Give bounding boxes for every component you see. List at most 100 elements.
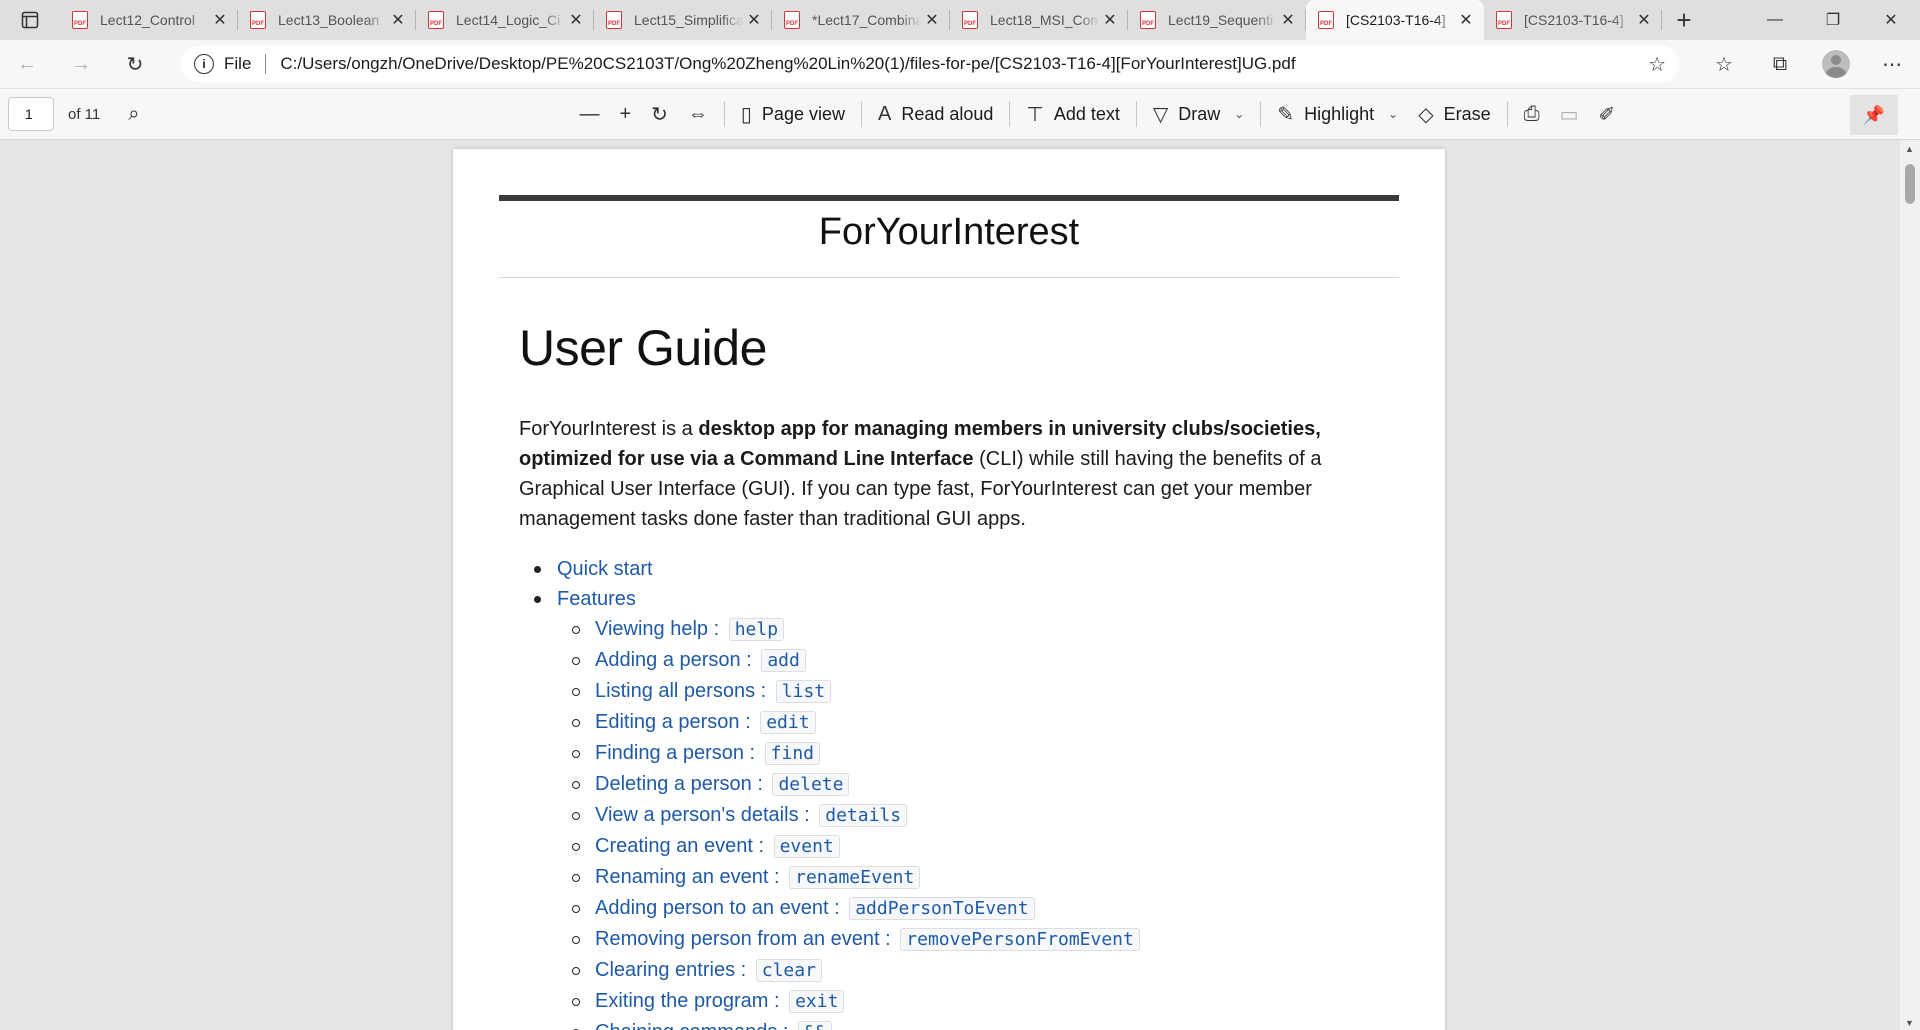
- toc-item-label: Finding a person :: [595, 742, 761, 764]
- tab-close-icon[interactable]: ✕: [1634, 10, 1654, 30]
- erase-label: Erase: [1443, 103, 1491, 124]
- erase-button[interactable]: ◇ Erase: [1408, 94, 1500, 134]
- favorites-icon: ☆: [1715, 53, 1733, 76]
- restore-icon: ❐: [1825, 12, 1841, 29]
- fit-to-page-button[interactable]: ⇔: [678, 94, 718, 134]
- close-window-button[interactable]: ✕: [1862, 0, 1920, 40]
- new-tab-button[interactable]: +: [1662, 0, 1706, 40]
- tab-lect17[interactable]: PDF *Lect17_Combina ✕: [772, 0, 950, 40]
- print-button[interactable]: ⎙: [1514, 94, 1550, 134]
- tab-close-icon[interactable]: ✕: [388, 10, 408, 30]
- plus-icon: +: [1676, 4, 1692, 35]
- tab-close-icon[interactable]: ✕: [1456, 10, 1476, 30]
- toc-link-quick-start[interactable]: Quick start: [519, 554, 1140, 584]
- toc-item-code: list: [775, 680, 832, 703]
- favorites-button[interactable]: ☆: [1696, 52, 1752, 77]
- page-view-button[interactable]: ▯ Page view: [731, 94, 855, 134]
- tab-lect15[interactable]: PDF Lect15_Simplifica ✕: [594, 0, 772, 40]
- zoom-out-button[interactable]: —: [569, 94, 609, 134]
- tab-lect14[interactable]: PDF Lect14_Logic_Ci ✕: [416, 0, 594, 40]
- rotate-icon: ↻: [651, 103, 668, 126]
- page-number-input[interactable]: 1: [8, 97, 54, 131]
- toc-link-details[interactable]: View a person's details : details: [557, 800, 1140, 831]
- save-as-icon: ✐: [1598, 103, 1616, 126]
- find-button[interactable]: ⌕: [118, 94, 149, 134]
- toc-item-label: Viewing help :: [595, 618, 725, 640]
- tab-lect13[interactable]: PDF Lect13_Boolean ✕: [238, 0, 416, 40]
- scrollbar-thumb[interactable]: [1905, 164, 1915, 204]
- settings-menu-button[interactable]: ⋯: [1864, 52, 1920, 77]
- toc-link-find[interactable]: Finding a person : find: [557, 738, 1140, 769]
- vertical-scrollbar[interactable]: ▲ ▼: [1900, 140, 1920, 1030]
- toc-link-features[interactable]: Features: [519, 584, 1140, 614]
- info-icon[interactable]: i: [194, 54, 214, 74]
- tab-lect19[interactable]: PDF Lect19_Sequenti ✕: [1128, 0, 1306, 40]
- pdf-file-icon: PDF: [962, 11, 978, 29]
- save-button[interactable]: ▭: [1550, 94, 1589, 134]
- tab-close-icon[interactable]: ✕: [210, 10, 230, 30]
- toolbar-divider: [860, 101, 862, 127]
- tab-title: Lect18_MSI_Com: [990, 12, 1100, 28]
- tab-title: Lect14_Logic_Ci: [456, 12, 561, 28]
- table-of-contents: Quick start Features Viewing help : help…: [519, 554, 1140, 1030]
- refresh-button[interactable]: ↻: [108, 40, 162, 88]
- address-bar[interactable]: i File C:/Users/ongzh/OneDrive/Desktop/P…: [180, 46, 1680, 82]
- header-rule: [499, 195, 1399, 201]
- save-as-button[interactable]: ✐: [1589, 94, 1626, 134]
- toc-link-add-person-to-event[interactable]: Adding person to an event : addPersonToE…: [557, 893, 1140, 924]
- highlighter-icon: ✎: [1277, 103, 1295, 126]
- toc-link-edit[interactable]: Editing a person : edit: [557, 707, 1140, 738]
- toc-item-label: Adding a person :: [595, 649, 758, 671]
- zoom-in-button[interactable]: +: [609, 94, 641, 134]
- forward-button[interactable]: →: [54, 40, 108, 88]
- pdf-viewport[interactable]: ForYourInterest User Guide ForYourIntere…: [0, 140, 1900, 1030]
- toc-link-event[interactable]: Creating an event : event: [557, 831, 1140, 862]
- tab-close-icon[interactable]: ✕: [566, 10, 586, 30]
- tab-title: [CS2103-T16-4]: [1346, 12, 1446, 28]
- minimize-button[interactable]: —: [1746, 0, 1804, 40]
- tab-lect12[interactable]: PDF Lect12_Control ✕: [60, 0, 238, 40]
- text-box-icon: ⊤: [1026, 103, 1044, 126]
- pdf-file-icon: PDF: [1318, 11, 1334, 29]
- toc-link-add[interactable]: Adding a person : add: [557, 645, 1140, 676]
- tab-lect18[interactable]: PDF Lect18_MSI_Com ✕: [950, 0, 1128, 40]
- chevron-down-icon[interactable]: ⌄: [1234, 107, 1244, 121]
- add-text-button[interactable]: ⊤ Add text: [1016, 94, 1129, 134]
- collections-button[interactable]: ⧉: [1752, 53, 1808, 76]
- scroll-down-icon[interactable]: ▼: [1905, 1018, 1914, 1028]
- toc-link-list[interactable]: Listing all persons : list: [557, 676, 1140, 707]
- toc-link-delete[interactable]: Deleting a person : delete: [557, 769, 1140, 800]
- pin-toolbar-button[interactable]: 📌: [1850, 95, 1898, 135]
- toc-link-remove-person-from-event[interactable]: Removing person from an event : removePe…: [557, 924, 1140, 955]
- back-arrow-icon: ←: [17, 52, 37, 75]
- url-text[interactable]: C:/Users/ongzh/OneDrive/Desktop/PE%20CS2…: [280, 54, 1295, 74]
- toc-item-code: removePersonFromEvent: [900, 928, 1140, 951]
- tab-cs2103-ug-active[interactable]: PDF [CS2103-T16-4] ✕: [1306, 0, 1484, 40]
- toc-link-chaining[interactable]: Chaining commands : &&: [557, 1017, 1140, 1030]
- draw-button[interactable]: ▽ Draw ⌄: [1143, 94, 1254, 134]
- restore-button[interactable]: ❐: [1804, 0, 1862, 40]
- tab-close-icon[interactable]: ✕: [1278, 10, 1298, 30]
- add-favorite-icon[interactable]: ☆: [1648, 52, 1666, 77]
- highlight-button[interactable]: ✎ Highlight ⌄: [1267, 94, 1408, 134]
- toc-link-clear[interactable]: Clearing entries : clear: [557, 955, 1140, 986]
- tab-close-icon[interactable]: ✕: [744, 10, 764, 30]
- toc-item-label: Exiting the program :: [595, 990, 786, 1012]
- toc-link-help[interactable]: Viewing help : help: [557, 614, 1140, 645]
- toc-item-code: add: [761, 649, 806, 672]
- tab-close-icon[interactable]: ✕: [1100, 10, 1120, 30]
- scroll-up-icon[interactable]: ▲: [1905, 144, 1914, 154]
- back-button[interactable]: ←: [0, 40, 54, 88]
- tab-cs2103-second[interactable]: PDF [CS2103-T16-4] ✕: [1484, 0, 1662, 40]
- chevron-down-icon[interactable]: ⌄: [1388, 107, 1398, 121]
- profile-button[interactable]: [1808, 50, 1864, 78]
- toc-link-rename-event[interactable]: Renaming an event : renameEvent: [557, 862, 1140, 893]
- tab-close-icon[interactable]: ✕: [922, 10, 942, 30]
- refresh-icon: ↻: [126, 53, 144, 76]
- tab-actions-button[interactable]: [0, 0, 60, 40]
- toc-link-exit[interactable]: Exiting the program : exit: [557, 986, 1140, 1017]
- rotate-button[interactable]: ↻: [641, 94, 678, 134]
- toc-item-label: Deleting a person :: [595, 773, 769, 795]
- read-aloud-button[interactable]: A Read aloud: [868, 94, 1003, 134]
- page-count: of 11: [68, 105, 101, 123]
